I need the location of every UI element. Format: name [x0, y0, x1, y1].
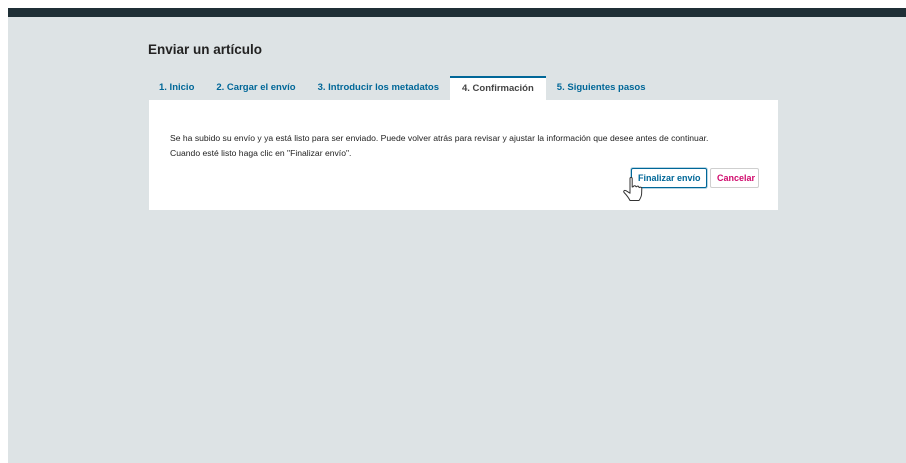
submission-steps-tabs: 1. Inicio 2. Cargar el envío 3. Introduc…	[148, 76, 657, 100]
tab-siguientes-pasos[interactable]: 5. Siguientes pasos	[546, 76, 657, 100]
tab-metadatos[interactable]: 3. Introducir los metadatos	[307, 76, 450, 100]
confirmation-message-line-2: Cuando esté listo haga clic en "Finaliza…	[170, 148, 352, 158]
finish-submission-button[interactable]: Finalizar envío	[631, 168, 707, 188]
confirmation-message-line-1: Se ha subido su envío y ya está listo pa…	[170, 133, 709, 143]
app-window: Enviar un artículo 1. Inicio 2. Cargar e…	[8, 8, 906, 463]
confirmation-panel: Se ha subido su envío y ya está listo pa…	[149, 100, 778, 210]
tab-cargar-envio[interactable]: 2. Cargar el envío	[205, 76, 306, 100]
top-header-bar	[8, 8, 906, 17]
tab-confirmacion[interactable]: 4. Confirmación	[450, 76, 546, 100]
tab-inicio[interactable]: 1. Inicio	[148, 76, 205, 100]
page-title: Enviar un artículo	[148, 42, 263, 57]
confirmation-message: Se ha subido su envío y ya está listo pa…	[170, 131, 770, 161]
cancel-button[interactable]: Cancelar	[710, 168, 759, 188]
